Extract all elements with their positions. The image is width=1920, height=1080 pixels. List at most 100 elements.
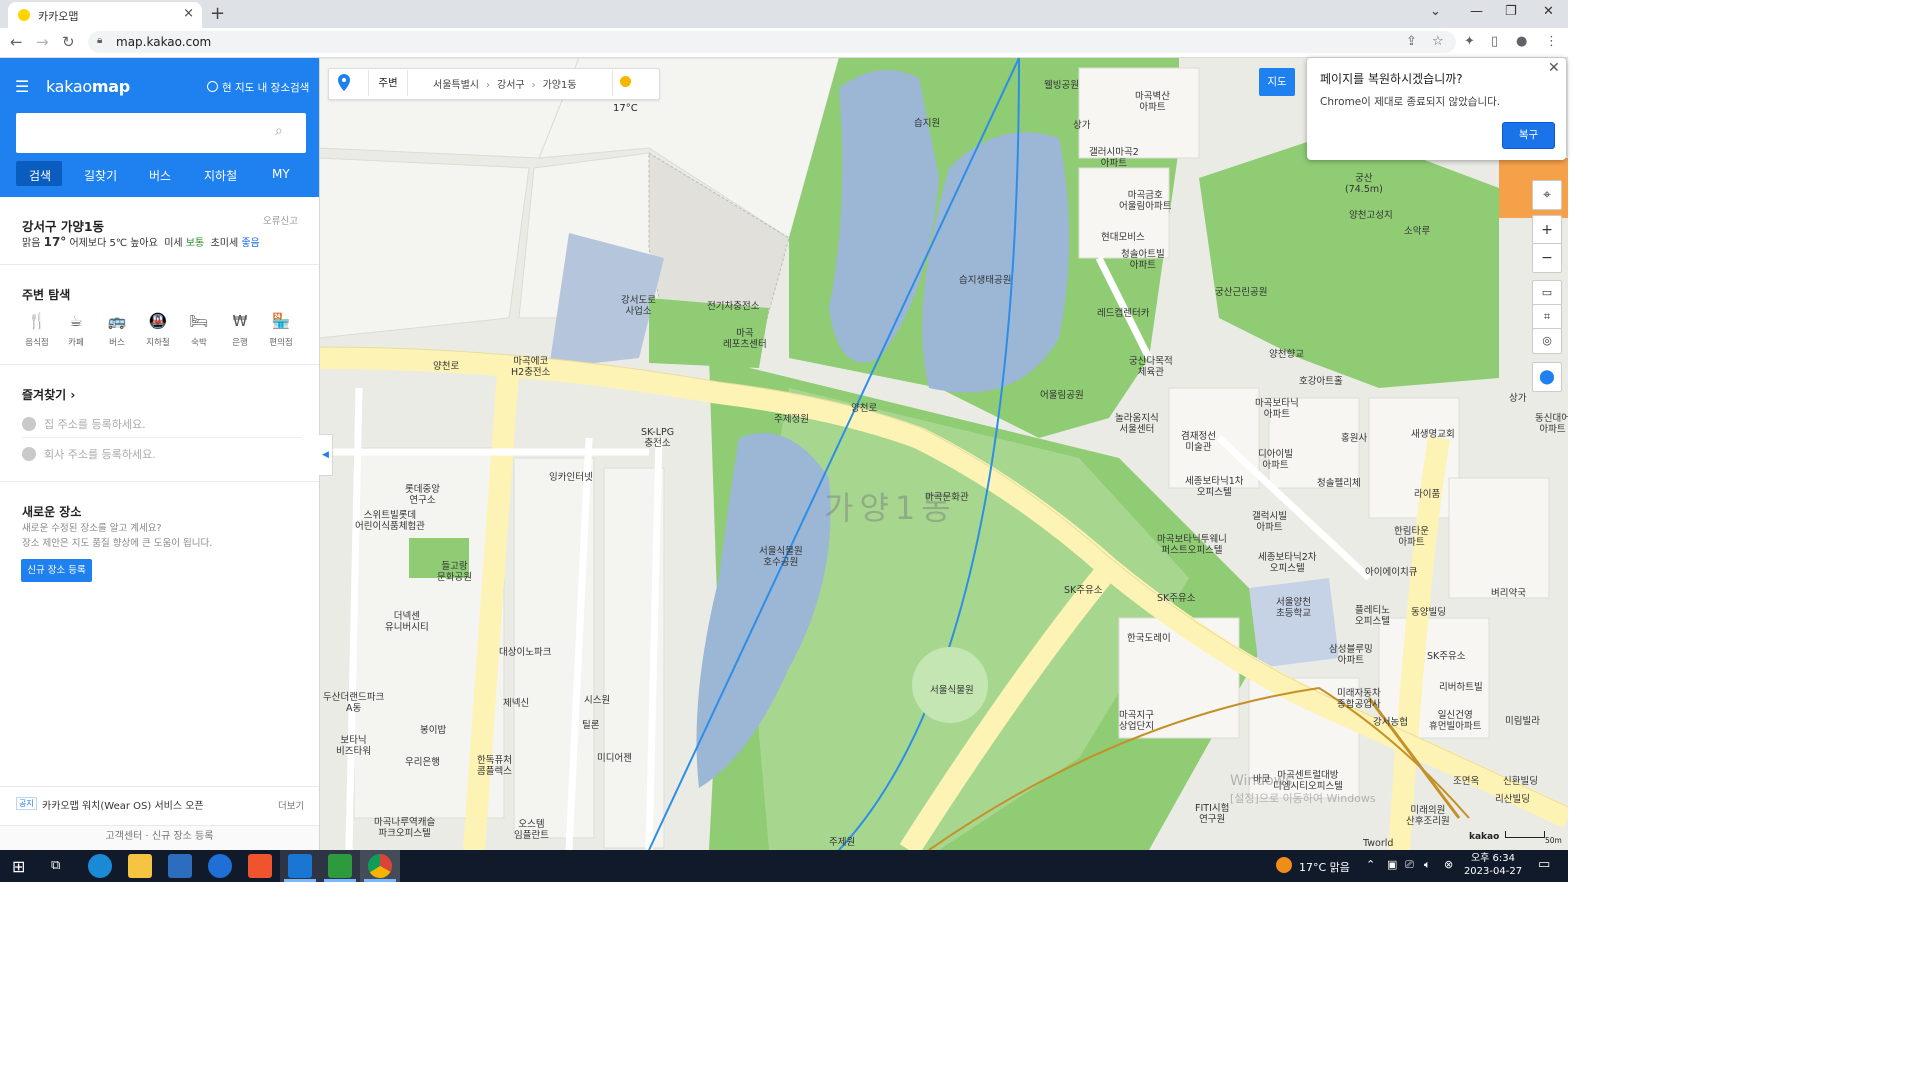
my-location-pin-button[interactable] [330, 68, 358, 98]
nearby-category-1[interactable]: ☕ 카페 [61, 312, 91, 348]
collapse-panel-button[interactable]: ◀ [319, 434, 333, 476]
chrome-icon[interactable] [368, 854, 392, 878]
map-poi-label[interactable]: 동양빌딩 [1411, 607, 1446, 618]
menu-hamburger-icon[interactable]: ☰ [15, 77, 29, 96]
map-poi-label[interactable]: FITI시험 연구원 [1195, 803, 1229, 825]
url-text[interactable]: map.kakao.com [116, 35, 211, 49]
map-poi-label[interactable]: 어울림공원 [1040, 390, 1084, 401]
map-poi-label[interactable]: 동신대어 아파트 [1535, 413, 1568, 435]
map-poi-label[interactable]: 두산더랜드파크 A동 [323, 692, 384, 714]
map-poi-label[interactable]: 웰빙공원 [1044, 80, 1079, 91]
map-poi-label[interactable]: 마곡보타닉 아파트 [1255, 398, 1299, 420]
map-poi-label[interactable]: 서울양천 초등학교 [1276, 597, 1311, 619]
minimize-button[interactable]: — [1470, 4, 1483, 19]
map-poi-label[interactable]: 스위트빌롯데 어린이식품체험관 [355, 510, 425, 532]
file-explorer-icon[interactable] [128, 854, 152, 878]
map-poi-label[interactable]: 벼리약국 [1491, 588, 1526, 599]
new-tab-button[interactable]: + [210, 3, 225, 24]
map-poi-label[interactable]: 새생명교회 [1411, 429, 1455, 440]
radius-measure-button[interactable]: ◎ [1532, 328, 1562, 354]
volume-muted-icon[interactable]: 🔈︎ [1424, 858, 1431, 872]
tab-subway[interactable]: 지하철 [204, 167, 237, 184]
map-poi-label[interactable]: 양천로 [851, 403, 877, 414]
map-poi-label[interactable]: Tworld [1363, 838, 1393, 849]
network-icon[interactable]: ⎚ [1405, 858, 1414, 872]
profile-icon[interactable]: ● [1516, 34, 1527, 49]
bookmark-star-icon[interactable]: ☆ [1432, 34, 1444, 49]
app-blue-icon[interactable] [208, 854, 232, 878]
nearby-category-0[interactable]: 🍴 음식점 [22, 312, 52, 348]
map-poi-label[interactable]: 마곡보타닉투웨니 퍼스트오피스텔 [1157, 534, 1227, 556]
map-poi-label[interactable]: 전기차충전소 [707, 301, 759, 312]
map-poi-label[interactable]: 아이에이치큐 [1365, 567, 1417, 578]
map-poi-label[interactable]: SK주유소 [1157, 593, 1195, 604]
map-type-button[interactable]: 지도 [1259, 68, 1295, 96]
map-poi-label[interactable]: 라이품 [1414, 489, 1440, 500]
tray-app-icon[interactable]: ▣ [1387, 858, 1397, 871]
zoom-out-button[interactable]: − [1532, 243, 1562, 273]
current-location-button[interactable]: ⌖ [1532, 180, 1562, 210]
taskbar-clock[interactable]: 오후 6:34 2023-04-27 [1462, 852, 1524, 878]
map-poi-label[interactable]: 양천로 [433, 361, 459, 372]
map-poi-label[interactable]: 우리은행 [405, 757, 440, 768]
tab-my[interactable]: MY [272, 167, 290, 181]
forward-button[interactable]: → [36, 33, 49, 51]
nearby-category-5[interactable]: ₩ 은행 [225, 312, 255, 348]
edge-icon[interactable] [88, 854, 112, 878]
map-poi-label[interactable]: 청솔펠리체 [1317, 478, 1361, 489]
breadcrumb-district[interactable]: 강서구 [497, 80, 525, 91]
map-canvas[interactable]: 가양1동 습지원 습지생태공원 웰빙공원 전기차충전소 마곡 레포츠센터 강서도로 사업소… [319, 58, 1568, 850]
windows-start-icon[interactable]: ⊞ [12, 857, 25, 876]
app-s-icon[interactable] [288, 854, 312, 878]
tray-x-icon[interactable]: ⊗ [1444, 858, 1453, 871]
map-poi-label[interactable]: 더넥센 유니버시티 [385, 611, 429, 633]
favorite-work-row[interactable]: 회사 주소를 등록하세요. [22, 446, 156, 462]
map-poi-label[interactable]: 리산빌딩 [1495, 794, 1530, 805]
current-map-search-toggle[interactable]: 현 지도 내 장소검색 [207, 80, 309, 95]
map-poi-label[interactable]: 마곡에코 H2충전소 [511, 356, 550, 378]
map-poi-label[interactable]: 호강아트홀 [1299, 376, 1343, 387]
map-poi-label[interactable]: 습지원 [914, 118, 940, 129]
maximize-button[interactable]: ❐ [1505, 4, 1517, 19]
map-poi-label[interactable]: 갤럭시빌 아파트 [1252, 511, 1287, 533]
store-icon[interactable] [168, 854, 192, 878]
map-poi-label[interactable]: 일신건영 휴먼빌아파트 [1429, 710, 1481, 732]
area-measure-button[interactable]: ⌗ [1532, 304, 1562, 330]
tray-chevron-icon[interactable]: ⌃ [1366, 858, 1375, 871]
chrome-menu-icon[interactable]: ⋮ [1545, 34, 1558, 49]
notice-more-link[interactable]: 더보기 [278, 798, 304, 812]
tab-bus[interactable]: 버스 [149, 167, 171, 184]
tab-search-chevron-icon[interactable]: ⌄ [1430, 4, 1441, 19]
map-poi-label[interactable]: 양천고성지 [1349, 210, 1393, 221]
media-player-icon[interactable] [328, 854, 352, 878]
map-poi-label[interactable]: 제넥신 [503, 698, 529, 709]
map-poi-label[interactable]: 세종보타닉1차 오피스텔 [1185, 476, 1243, 498]
reload-button[interactable]: ↻ [62, 33, 75, 51]
map-poi-label[interactable]: 청솔아트빌 아파트 [1121, 249, 1165, 271]
taskbar-weather[interactable]: 17°C 맑음 [1299, 859, 1350, 875]
map-poi-label[interactable]: SK-LPG 충전소 [641, 427, 674, 449]
map-poi-label[interactable]: 놀라움지식 서울센터 [1115, 413, 1159, 435]
map-poi-label[interactable]: SK주유소 [1064, 585, 1102, 596]
brave-icon[interactable] [248, 854, 272, 878]
map-poi-label[interactable]: 홍원사 [1341, 433, 1367, 444]
map-poi-label[interactable]: 주제정원 [774, 414, 809, 425]
map-poi-label[interactable]: 마곡나루역캐슬 파크오피스텔 [374, 817, 435, 839]
map-poi-label[interactable]: 미디어젠 [597, 753, 632, 764]
nearby-category-3[interactable]: 🚇 지하철 [143, 312, 173, 348]
map-poi-label[interactable]: 소악루 [1404, 226, 1430, 237]
map-poi-label[interactable]: 리버하트빌 [1439, 682, 1483, 693]
breadcrumb-dong[interactable]: 가양1동 [543, 80, 577, 91]
map-poi-label[interactable]: 한국도레이 [1127, 633, 1171, 644]
distance-measure-button[interactable]: ▭ [1532, 280, 1562, 306]
nearby-category-6[interactable]: 🏪 편의점 [266, 312, 296, 348]
map-poi-label[interactable]: 마곡 레포츠센터 [723, 328, 767, 350]
map-poi-label[interactable]: 디아이빌 아파트 [1258, 449, 1293, 471]
extensions-icon[interactable]: ✦ [1464, 34, 1475, 49]
map-poi-label[interactable]: 롯데중앙 연구소 [405, 484, 440, 506]
map-poi-label[interactable]: 궁산다목적 체육관 [1129, 356, 1173, 378]
map-poi-label[interactable]: 틸론 [582, 720, 599, 731]
map-poi-label[interactable]: 보타닉 비즈타워 [336, 735, 371, 757]
map-poi-label[interactable]: 미림빌라 [1505, 716, 1540, 727]
report-error-link[interactable]: 오류신고 [263, 213, 298, 227]
